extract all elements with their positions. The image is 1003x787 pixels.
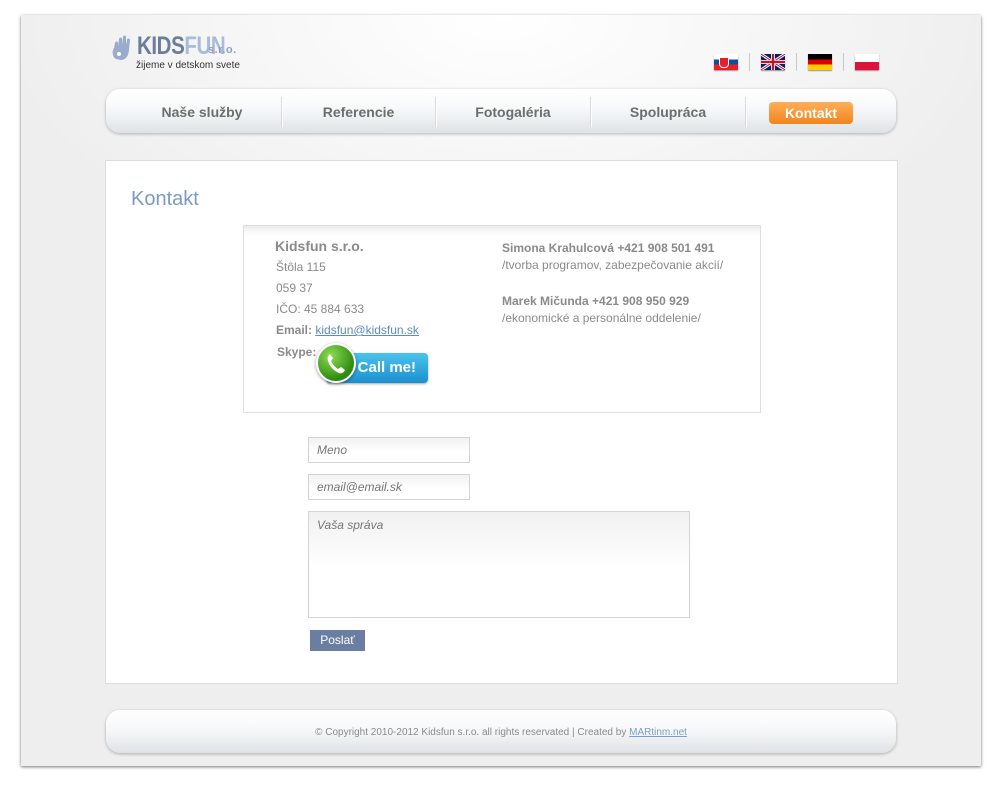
footer: © Copyright 2010-2012 Kidsfun s.r.o. all… [106, 710, 896, 753]
hand-icon [112, 35, 130, 60]
nav-item-cooperation[interactable]: Spolupráca [591, 89, 745, 133]
skype-label: Skype: [277, 345, 317, 359]
submit-button[interactable]: Poslať [310, 630, 365, 651]
contact-person-role: /tvorba programov, zabezpečovanie akcií/ [502, 258, 724, 272]
contact-person-role: /ekonomické a personálne oddelenie/ [502, 311, 701, 325]
flag-sk-icon[interactable] [714, 54, 738, 70]
tagline: žijeme v detskom svete [136, 60, 240, 71]
page-title: Kontakt [131, 188, 199, 210]
phone-icon [316, 343, 356, 383]
address-street: Štôla 115 [276, 260, 326, 274]
main-nav: Naše služby Referencie Fotogaléria Spolu… [106, 89, 896, 133]
email-link[interactable]: kidsfun@kidsfun.sk [315, 323, 419, 337]
logo[interactable]: KIDSFUN s.r.o. žijeme v detskom svete [110, 32, 270, 73]
flag-en-icon[interactable] [761, 54, 785, 70]
divider [843, 53, 844, 71]
brand-suffix: s.r.o. [208, 44, 237, 56]
nav-divider [745, 97, 746, 127]
email-label: Email: [276, 323, 313, 337]
email-input[interactable] [308, 474, 470, 500]
company-name: Kidsfun s.r.o. [275, 238, 364, 254]
email-row: Email: kidsfun@kidsfun.sk [276, 323, 419, 337]
nav-item-references[interactable]: Referencie [282, 89, 435, 133]
skype-call-button[interactable]: Call me! [316, 343, 430, 385]
contact-person-name: Simona Krahulcová +421 908 501 491 [502, 241, 715, 255]
contact-person-name: Marek Mičunda +421 908 950 929 [502, 294, 690, 308]
nav-item-gallery[interactable]: Fotogaléria [436, 89, 590, 133]
nav-item-services[interactable]: Naše služby [126, 89, 278, 133]
divider [796, 53, 797, 71]
copyright: © Copyright 2010-2012 Kidsfun s.r.o. all… [106, 710, 896, 756]
divider [749, 53, 750, 71]
flag-de-icon[interactable] [808, 54, 832, 70]
author-link[interactable]: MARtinm.net [629, 727, 687, 738]
nav-item-contact[interactable]: Kontakt [769, 102, 853, 124]
address-zip: 059 37 [276, 281, 313, 295]
language-switcher [714, 53, 879, 71]
copyright-text: © Copyright 2010-2012 Kidsfun s.r.o. all… [315, 727, 627, 738]
name-input[interactable] [308, 437, 470, 463]
flag-pl-icon[interactable] [855, 54, 879, 70]
message-textarea[interactable] [308, 511, 690, 618]
company-ico: IČO: 45 884 633 [276, 302, 365, 316]
